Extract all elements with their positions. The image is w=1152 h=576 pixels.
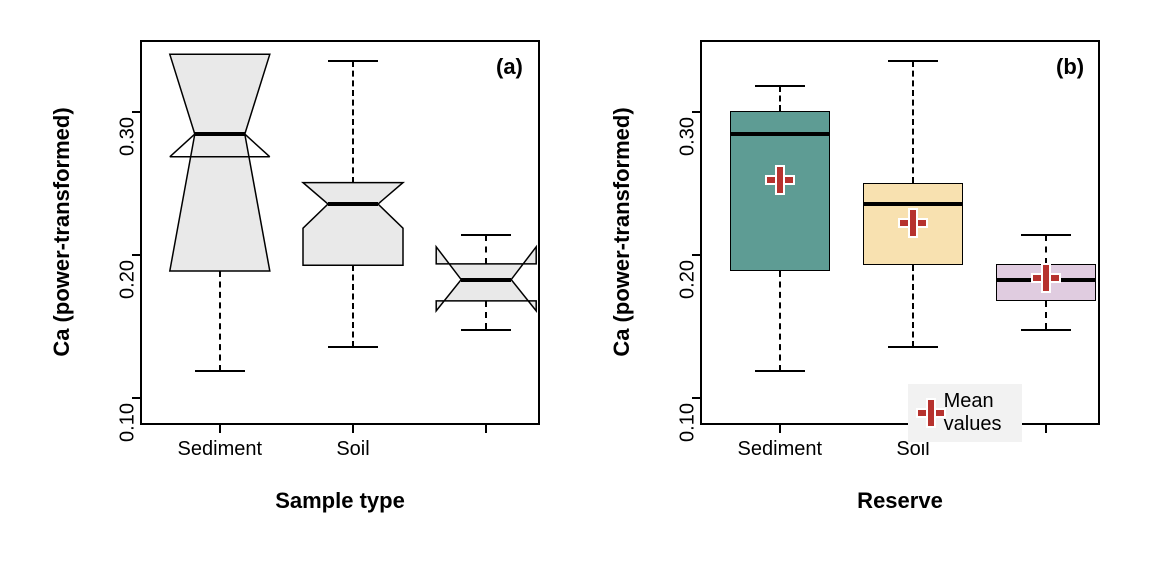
- ytick-label: 0.10: [117, 397, 140, 442]
- xtick-mark: [779, 425, 781, 433]
- x-axis-title-b: Reserve: [857, 488, 943, 514]
- whisker: [352, 265, 354, 346]
- whisker: [485, 235, 487, 264]
- whisker: [779, 271, 781, 371]
- whisker-cap: [461, 329, 511, 331]
- whisker: [1045, 235, 1047, 264]
- x-axis-title-a: Sample type: [275, 488, 405, 514]
- xtick-label: Soil: [336, 438, 369, 461]
- figure: 0.10 0.20 0.30 Sediment Soil Ca (power-t…: [0, 0, 1152, 576]
- y-axis-title-a: Ca (power-transformed): [49, 107, 75, 356]
- whisker-cap: [1021, 234, 1071, 236]
- whisker: [485, 301, 487, 330]
- legend: Mean values: [908, 384, 1022, 442]
- whisker-cap: [195, 370, 245, 372]
- ytick-label: 0.20: [677, 254, 700, 299]
- whisker-cap: [755, 85, 805, 87]
- whisker-cap: [461, 234, 511, 236]
- whisker-cap: [328, 346, 378, 348]
- xtick-mark: [485, 425, 487, 433]
- median-line: [461, 278, 511, 282]
- legend-label: Mean values: [944, 390, 1012, 436]
- xtick-mark: [1045, 425, 1047, 433]
- whisker: [219, 271, 221, 371]
- xtick-label: Sediment: [178, 438, 263, 461]
- whisker-cap: [755, 370, 805, 372]
- whisker: [779, 86, 781, 112]
- whisker: [1045, 301, 1047, 330]
- ytick-label: 0.30: [677, 111, 700, 156]
- boxplot-box-notched: [0, 0, 1, 1]
- xtick-mark: [219, 425, 221, 433]
- panel-label-a: (a): [496, 54, 523, 80]
- xtick-label: Sediment: [738, 438, 823, 461]
- whisker-cap: [328, 60, 378, 62]
- plus-icon: [928, 400, 934, 426]
- mean-marker: [777, 167, 783, 193]
- mean-marker: [910, 210, 916, 236]
- whisker: [912, 265, 914, 346]
- panel-label-b: (b): [1056, 54, 1084, 80]
- y-axis-title-b: Ca (power-transformed): [609, 107, 635, 356]
- ytick-label: 0.10: [677, 397, 700, 442]
- xtick-mark: [352, 425, 354, 433]
- median-line: [730, 132, 830, 136]
- whisker: [912, 61, 914, 182]
- median-line: [328, 202, 378, 206]
- ytick-label: 0.30: [117, 111, 140, 156]
- whisker-cap: [888, 60, 938, 62]
- whisker-cap: [1021, 329, 1071, 331]
- median-line: [195, 132, 245, 136]
- whisker: [352, 61, 354, 182]
- ytick-label: 0.20: [117, 254, 140, 299]
- median-line: [863, 202, 963, 206]
- mean-marker: [1043, 265, 1049, 291]
- whisker-cap: [888, 346, 938, 348]
